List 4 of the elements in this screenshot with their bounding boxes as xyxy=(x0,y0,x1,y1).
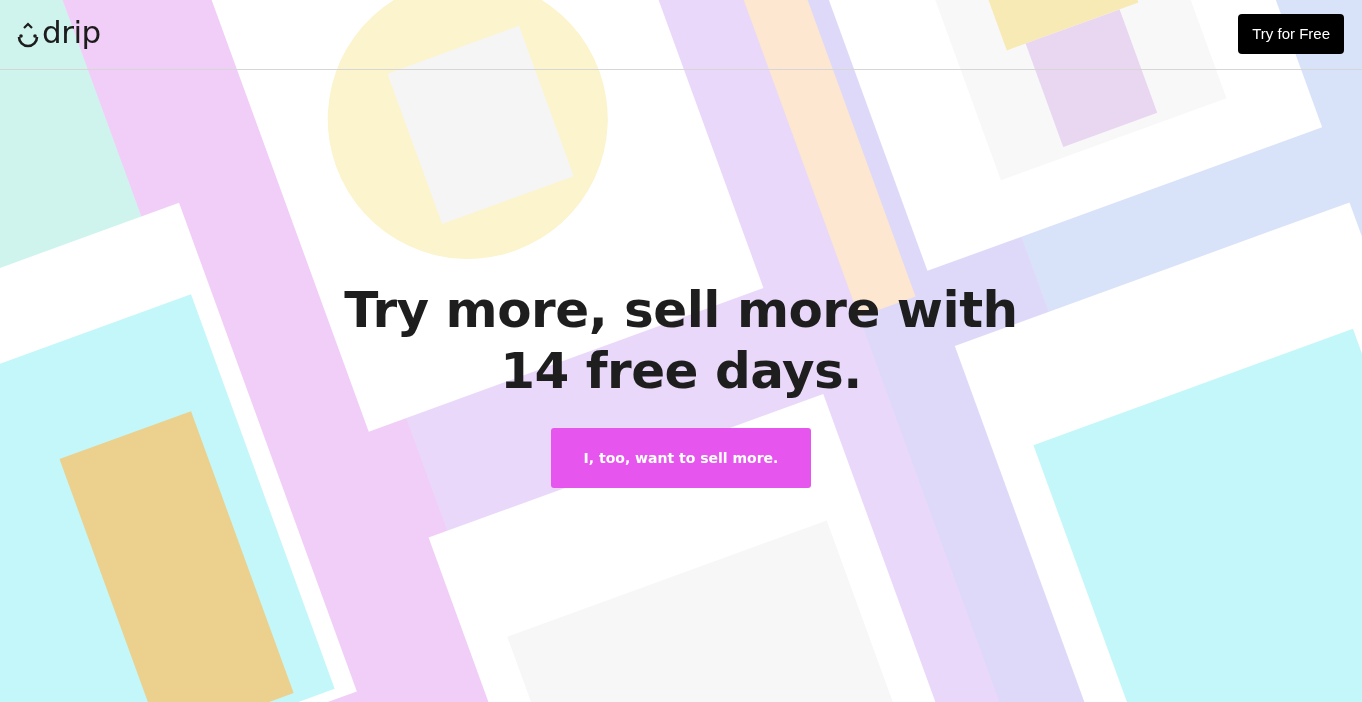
try-for-free-button[interactable]: Try for Free xyxy=(1238,13,1344,54)
hero-headline: Try more, sell more with 14 free days. xyxy=(344,280,1018,402)
logo-text[interactable]: drip xyxy=(42,17,101,52)
smiley-drop-icon xyxy=(17,21,39,48)
